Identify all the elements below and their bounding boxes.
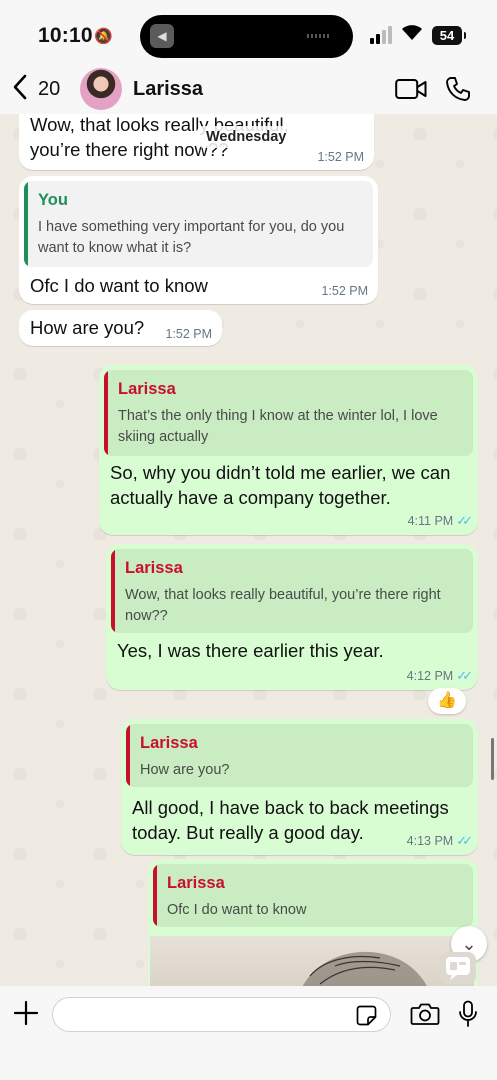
composer-bar <box>0 986 497 1080</box>
message-text: Yes, I was there earlier this year. <box>117 640 384 661</box>
phone-icon[interactable] <box>445 76 471 102</box>
message-text: So, why you didn’t told me earlier, we c… <box>110 462 451 508</box>
quote-text: How are you? <box>140 762 230 778</box>
message-outgoing[interactable]: Larissa How are you? All good, I have ba… <box>121 719 478 855</box>
quote-bar <box>104 370 108 456</box>
message-time: 4:13 PM ✓✓ <box>406 833 473 849</box>
message-time: 1:52 PM <box>321 284 368 298</box>
contact-name[interactable]: Larissa <box>133 78 203 101</box>
message-outgoing[interactable]: Larissa That’s the only thing I know at … <box>99 365 478 535</box>
message-time: 1:52 PM <box>165 327 212 341</box>
sticker-icon[interactable] <box>356 1005 377 1026</box>
message-time: 4:11 PM ✓✓ <box>407 513 473 529</box>
read-receipt-icon: ✓✓ <box>456 513 473 528</box>
quoted-message[interactable]: Larissa That’s the only thing I know at … <box>104 370 473 456</box>
message-time-label: 4:13 PM <box>406 834 454 848</box>
message-outgoing[interactable]: Larissa Wow, that looks really beautiful… <box>106 544 478 690</box>
bell-muted-icon: 🔕 <box>94 28 113 45</box>
message-text: How are you? <box>30 317 145 338</box>
message-text: Ofc I do want to know <box>30 275 208 296</box>
scrollbar[interactable] <box>491 738 494 780</box>
chat-header: 20 Larissa <box>0 66 497 114</box>
chevron-left-icon[interactable] <box>12 74 28 105</box>
message-time-label: 4:12 PM <box>406 669 454 683</box>
quote-author: You <box>38 191 68 209</box>
dynamic-island: ◀ <box>140 15 353 58</box>
cellular-signal-icon <box>370 26 394 44</box>
message-incoming[interactable]: How are you? 1:52 PM <box>19 310 222 346</box>
quoted-message[interactable]: Larissa Wow, that looks really beautiful… <box>111 549 473 633</box>
read-receipt-icon: ✓✓ <box>456 833 473 848</box>
chat-area[interactable]: Wow, that looks really beautiful, you’re… <box>0 114 497 986</box>
message-time-label: 4:11 PM <box>407 514 454 528</box>
status-bar: 10:10 🔕 ◀ 54 <box>0 0 497 66</box>
message-incoming[interactable]: You I have something very important for … <box>19 176 378 304</box>
message-time: 1:52 PM <box>317 150 364 164</box>
quoted-message[interactable]: Larissa Ofc I do want to know <box>153 864 473 927</box>
quote-text: Ofc I do want to know <box>167 902 307 918</box>
quote-author: Larissa <box>140 734 198 752</box>
quote-text: Wow, that looks really beautiful, you’re… <box>125 587 441 624</box>
quote-bar <box>153 864 157 927</box>
quoted-message[interactable]: You I have something very important for … <box>24 181 373 267</box>
message-time: 4:12 PM ✓✓ <box>406 668 473 684</box>
quote-author: Larissa <box>125 559 183 577</box>
read-receipt-icon: ✓✓ <box>456 668 473 683</box>
quote-text: That’s the only thing I know at the wint… <box>118 408 438 445</box>
message-input[interactable] <box>52 997 391 1032</box>
status-time: 10:10 <box>38 24 93 47</box>
audio-wave-icon <box>307 34 329 38</box>
camera-icon[interactable] <box>410 1002 440 1026</box>
battery-icon: 54 <box>432 26 466 45</box>
quote-text: I have something very important for you,… <box>38 219 345 256</box>
wifi-icon <box>401 23 423 47</box>
thumbs-up-icon[interactable]: 👍 <box>428 688 466 714</box>
chat-summary-icon[interactable] <box>440 952 476 984</box>
quote-bar <box>126 724 130 787</box>
quote-bar <box>24 181 28 267</box>
quote-author: Larissa <box>118 380 176 398</box>
quote-author: Larissa <box>167 874 225 892</box>
plus-icon[interactable] <box>13 1000 39 1026</box>
image-attachment[interactable] <box>150 936 474 986</box>
quoted-message[interactable]: Larissa How are you? <box>126 724 473 787</box>
video-call-icon[interactable] <box>395 78 427 100</box>
speaker-icon: ◀ <box>150 24 174 48</box>
microphone-icon[interactable] <box>458 1000 478 1028</box>
date-separator: Wednesday <box>196 126 297 148</box>
back-unread-count[interactable]: 20 <box>38 78 60 101</box>
quote-bar <box>111 549 115 633</box>
avatar[interactable] <box>80 68 122 110</box>
